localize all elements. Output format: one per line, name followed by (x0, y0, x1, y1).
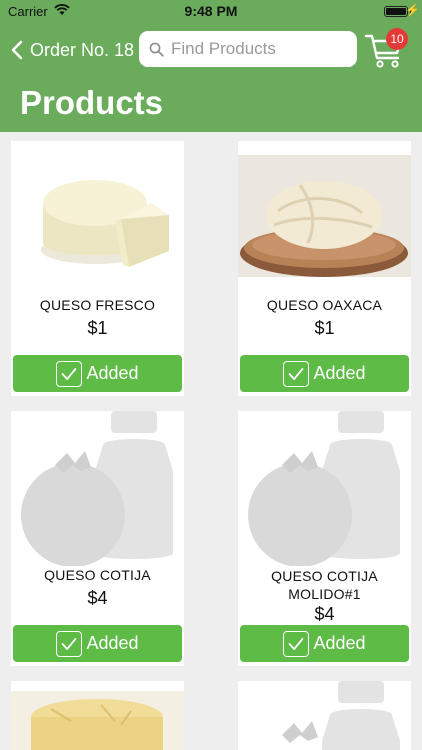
check-icon (56, 630, 83, 657)
added-label: Added (313, 633, 366, 653)
product-name: QUESO COTIJA (44, 567, 151, 583)
placeholder-image (238, 681, 411, 750)
added-label: Added (86, 633, 139, 653)
product-card[interactable]: QUESO COTIJA MOLIDO#1 $4 Added (238, 411, 411, 666)
product-card[interactable] (238, 681, 411, 750)
status-bar: Carrier 9:48 PM ⚡ (0, 0, 422, 22)
product-price: $1 (314, 318, 335, 338)
check-icon (283, 360, 310, 387)
back-button[interactable]: Order No. 18 (10, 36, 134, 64)
check-icon (283, 630, 310, 657)
produce-placeholder-icon (282, 681, 400, 750)
charging-icon: ⚡ (405, 3, 420, 17)
clock: 9:48 PM (184, 3, 238, 19)
product-card[interactable]: QUESO FRESCO $1 Added (11, 141, 184, 396)
added-button[interactable]: Added (13, 625, 182, 662)
header: Carrier 9:48 PM ⚡ Order No. 18 10 Produc… (0, 0, 422, 132)
product-price: $4 (87, 588, 108, 608)
added-button[interactable]: Added (240, 355, 409, 392)
placeholder-image (11, 411, 184, 566)
product-price: $4 (314, 604, 335, 624)
added-label: Added (86, 363, 139, 383)
product-name: QUESO FRESCO (39, 297, 156, 313)
placeholder-image (238, 411, 411, 566)
page-title: Products (20, 84, 164, 121)
added-label: Added (313, 363, 366, 383)
produce-placeholder-icon (21, 411, 173, 566)
cart-count-badge: 10 (386, 28, 408, 50)
added-button[interactable]: Added (13, 355, 182, 392)
produce-placeholder-icon (248, 411, 400, 566)
product-card[interactable] (11, 681, 184, 750)
product-card[interactable]: QUESO COTIJA $4 Added (11, 411, 184, 666)
chevron-left-icon (11, 40, 23, 60)
product-price: $1 (87, 318, 108, 338)
product-name: QUESO OAXACA (266, 297, 383, 313)
product-name: QUESO COTIJA MOLIDO#1 (271, 568, 378, 602)
back-label: Order No. 18 (30, 39, 135, 60)
product-card[interactable]: QUESO OAXACA $1 Added (238, 141, 411, 396)
added-button[interactable]: Added (240, 625, 409, 662)
cheese-wheel-image (11, 691, 184, 750)
queso-fresco-image (11, 155, 184, 277)
search-input[interactable] (171, 39, 351, 59)
queso-oaxaca-image (238, 155, 411, 277)
search-bar[interactable] (139, 31, 357, 67)
search-icon (149, 42, 164, 57)
check-icon (56, 360, 83, 387)
